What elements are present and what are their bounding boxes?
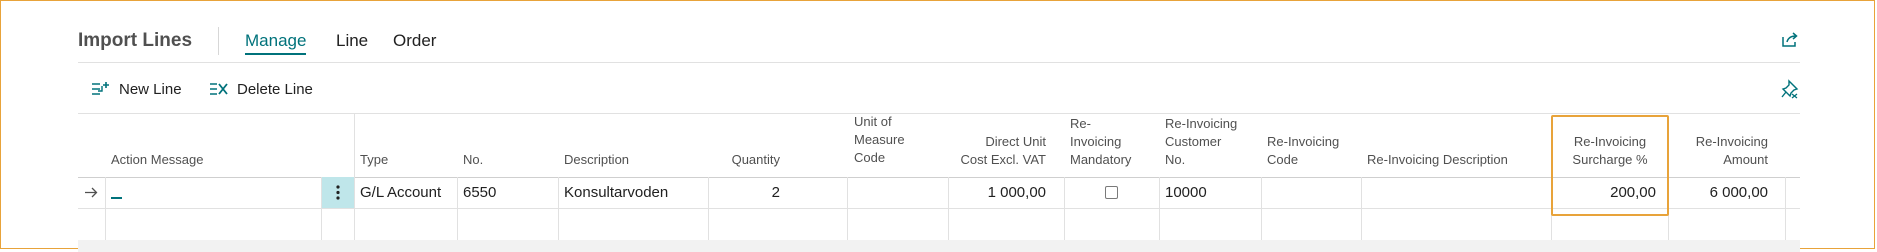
tab-manage[interactable]: Manage [245, 31, 307, 55]
col-direct-unit-cost-line2: Cost Excl. VAT [960, 152, 1046, 167]
col-reinv-code[interactable]: Re-Invoicing Code [1267, 133, 1339, 169]
tab-order[interactable]: Order [393, 31, 436, 51]
col-no[interactable]: No. [463, 151, 483, 169]
col-action-message[interactable]: Action Message [111, 151, 204, 169]
action-bar: New Line Delete Line [78, 62, 1800, 112]
col-direct-unit-cost-line1: Direct Unit [985, 134, 1046, 149]
row-actions-button[interactable] [322, 177, 354, 208]
empty-table-row[interactable] [78, 209, 1800, 241]
delete-line-label: Delete Line [237, 80, 313, 98]
col-reinv-surcharge[interactable]: Re-Invoicing Surcharge % [1556, 133, 1664, 169]
col-type[interactable]: Type [360, 151, 388, 169]
quantity-cell[interactable]: 2 [708, 177, 780, 208]
delete-line-icon [210, 83, 228, 95]
col-reinv-code-line1: Re-Invoicing [1267, 134, 1340, 149]
no-cell[interactable]: 6550 [463, 177, 496, 208]
text-cursor [111, 197, 122, 199]
reinv-surcharge-cell[interactable]: 200,00 [1556, 177, 1656, 208]
col-reinv-mandatory-line3: Mandatory [1070, 152, 1132, 167]
action-message-cell[interactable]: _ [111, 177, 316, 208]
tab-line[interactable]: Line [336, 31, 368, 51]
lines-grid: Action Message Type No. Description Quan… [78, 113, 1800, 252]
new-line-icon [92, 82, 109, 95]
col-uom[interactable]: Unit of Measure Code [854, 113, 905, 169]
col-reinv-mandatory-line2: Invoicing [1070, 134, 1122, 149]
col-description[interactable]: Description [564, 151, 629, 169]
col-reinv-surcharge-line2: Surcharge % [1572, 152, 1648, 167]
col-reinv-amount[interactable]: Re-Invoicing Amount [1668, 133, 1768, 169]
col-uom-line2: Measure [854, 132, 905, 147]
reinv-customer-cell[interactable]: 10000 [1165, 177, 1207, 208]
col-reinv-mandatory-line1: Re- [1070, 116, 1091, 131]
grid-header: Action Message Type No. Description Quan… [78, 114, 1800, 178]
part-header: Import Lines Manage Line Order [78, 0, 1800, 63]
col-reinv-surcharge-line1: Re-Invoicing [1573, 134, 1647, 149]
col-reinv-customer-line2: Customer [1165, 134, 1222, 149]
more-options-icon [336, 185, 340, 200]
part-title: Import Lines [78, 30, 193, 51]
delete-line-button[interactable]: Delete Line [209, 78, 313, 100]
col-reinv-amount-line2: Amount [1723, 152, 1768, 167]
grid-scroll-area [78, 240, 1800, 252]
table-row[interactable]: _ G/L Account 6550 Konsultarvoden 2 1 00… [78, 177, 1800, 209]
col-uom-line3: Code [854, 150, 886, 165]
share-icon[interactable] [1780, 30, 1800, 50]
col-reinv-customer-line1: Re-Invoicing [1165, 116, 1238, 131]
type-cell[interactable]: G/L Account [360, 177, 441, 208]
col-direct-unit-cost[interactable]: Direct Unit Cost Excl. VAT [948, 133, 1046, 169]
col-reinv-amount-line1: Re-Invoicing [1695, 134, 1768, 149]
col-reinv-code-line2: Code [1267, 152, 1299, 167]
reinv-amount-cell[interactable]: 6 000,00 [1668, 177, 1768, 208]
pin-filter-icon[interactable] [1780, 79, 1800, 99]
reinv-mandatory-checkbox[interactable] [1105, 186, 1118, 199]
new-line-label: New Line [119, 80, 182, 98]
description-cell[interactable]: Konsultarvoden [564, 177, 668, 208]
import-lines-part: Import Lines Manage Line Order New Line [78, 0, 1800, 252]
row-selected-arrow-icon [84, 177, 98, 208]
col-reinv-customer[interactable]: Re-Invoicing Customer No. [1165, 115, 1237, 169]
direct-unit-cost-cell[interactable]: 1 000,00 [948, 177, 1046, 208]
col-quantity[interactable]: Quantity [708, 151, 780, 169]
col-reinv-description[interactable]: Re-Invoicing Description [1367, 151, 1508, 169]
col-reinv-customer-line3: No. [1165, 152, 1186, 167]
new-line-button[interactable]: New Line [91, 78, 182, 100]
col-uom-line1: Unit of [854, 114, 892, 129]
header-divider [218, 27, 219, 55]
col-reinv-mandatory[interactable]: Re- Invoicing Mandatory [1070, 115, 1131, 169]
